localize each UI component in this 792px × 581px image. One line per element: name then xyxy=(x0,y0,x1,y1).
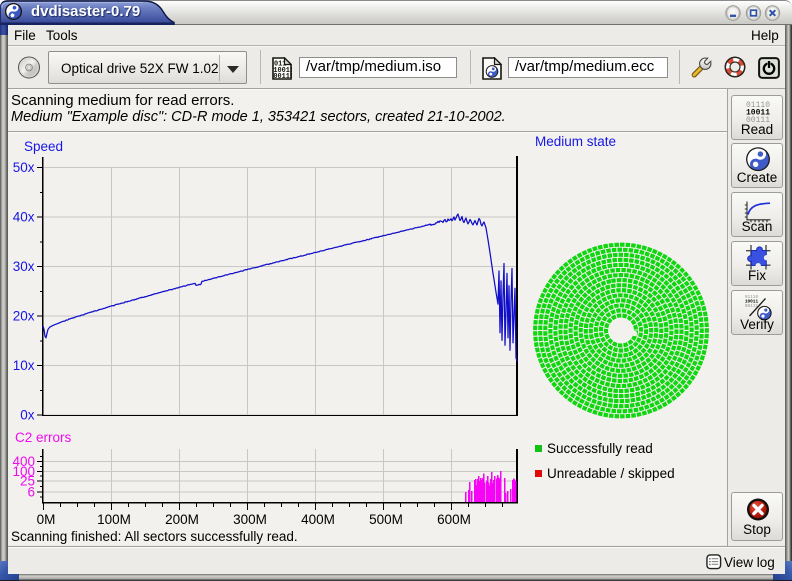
svg-text:200M: 200M xyxy=(165,512,199,527)
svg-text:Medium state: Medium state xyxy=(535,134,616,149)
svg-text:0x: 0x xyxy=(20,408,35,423)
svg-text:20x: 20x xyxy=(13,309,35,324)
svg-text:0M: 0M xyxy=(37,512,56,527)
svg-text:Unreadable / skipped: Unreadable / skipped xyxy=(547,466,675,481)
svg-text:10x: 10x xyxy=(13,358,35,373)
svg-text:100M: 100M xyxy=(97,512,131,527)
svg-text:Successfully read: Successfully read xyxy=(547,441,653,456)
svg-text:C2 errors: C2 errors xyxy=(15,430,72,445)
svg-text:40x: 40x xyxy=(13,210,35,225)
svg-text:Scanning finished: All sectors: Scanning finished: All sectors successfu… xyxy=(11,529,298,544)
svg-text:500M: 500M xyxy=(369,512,403,527)
svg-text:00111: 00111 xyxy=(273,73,292,80)
svg-text:30x: 30x xyxy=(13,259,35,274)
svg-text:6: 6 xyxy=(27,485,35,500)
svg-text:300M: 300M xyxy=(233,512,267,527)
svg-text:Speed: Speed xyxy=(24,139,63,154)
svg-text:50x: 50x xyxy=(13,160,35,175)
svg-text:400M: 400M xyxy=(301,512,335,527)
svg-text:600M: 600M xyxy=(437,512,471,527)
